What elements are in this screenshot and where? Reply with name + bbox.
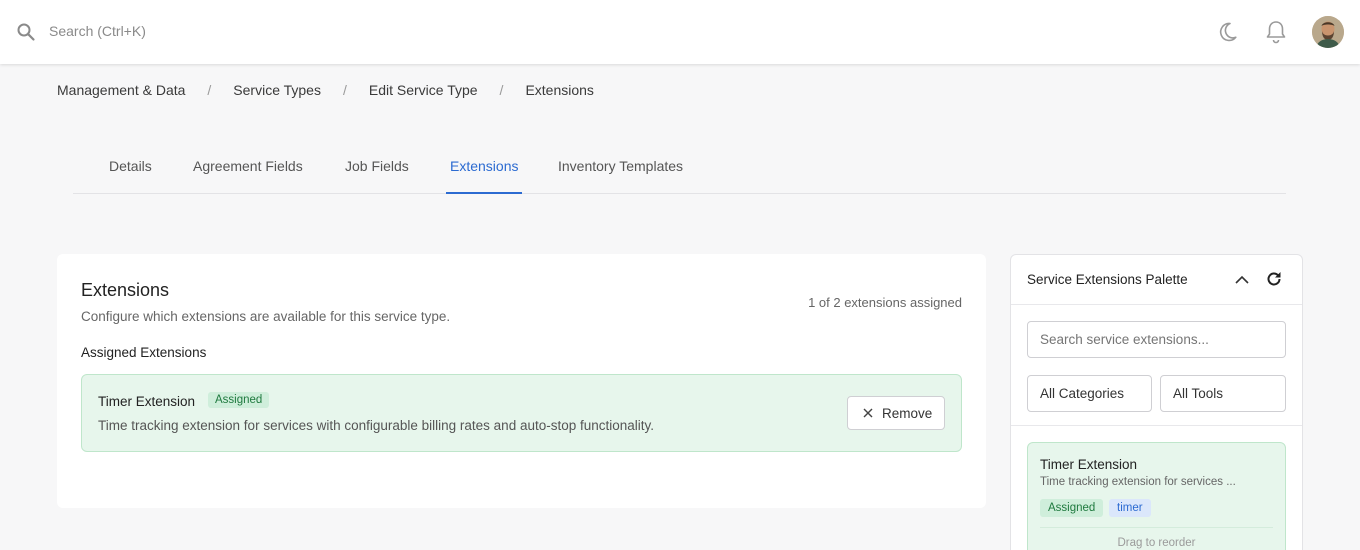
tool-filter-select[interactable]: All Tools xyxy=(1160,375,1286,412)
drag-hint: Drag to reorder xyxy=(1117,537,1196,549)
assigned-tag: Assigned xyxy=(1040,499,1104,517)
global-search-input[interactable]: Search (Ctrl+K) xyxy=(49,23,146,39)
palette-extension-name: Timer Extension xyxy=(1040,457,1138,472)
tab-bar: Details Agreement Fields Job Fields Exte… xyxy=(73,146,1286,194)
category-tag: timer xyxy=(1109,499,1151,517)
tab-inventory-templates[interactable]: Inventory Templates xyxy=(558,158,683,174)
breadcrumb-management-data[interactable]: Management & Data xyxy=(57,82,185,98)
breadcrumb-separator: / xyxy=(207,82,212,98)
breadcrumb-separator: / xyxy=(342,82,347,98)
extension-description: Time tracking extension for services wit… xyxy=(98,418,655,433)
service-extensions-palette: Service Extensions Palette All Categorie… xyxy=(1010,254,1303,550)
tab-extensions[interactable]: Extensions xyxy=(450,158,518,174)
assigned-count: 1 of 2 extensions assigned xyxy=(808,295,962,310)
top-bar: Search (Ctrl+K) xyxy=(0,0,1360,64)
palette-title: Service Extensions Palette xyxy=(1027,272,1188,287)
moon-icon[interactable] xyxy=(1215,20,1239,44)
category-filter-select[interactable]: All Categories xyxy=(1027,375,1152,412)
palette-extension-card[interactable]: Timer Extension Time tracking extension … xyxy=(1027,442,1286,550)
palette-extension-description: Time tracking extension for services ... xyxy=(1040,476,1236,488)
close-icon xyxy=(863,408,873,418)
assigned-extensions-heading: Assigned Extensions xyxy=(81,345,207,360)
status-badge: Assigned xyxy=(208,392,270,408)
breadcrumb-service-types[interactable]: Service Types xyxy=(233,82,321,98)
assigned-extension-row: Timer Extension Assigned Time tracking e… xyxy=(81,374,962,452)
card-subtitle: Configure which extensions are available… xyxy=(81,309,451,324)
tab-agreement-fields[interactable]: Agreement Fields xyxy=(193,158,303,174)
palette-header: Service Extensions Palette xyxy=(1011,255,1302,305)
card-divider xyxy=(1040,527,1273,528)
refresh-icon[interactable] xyxy=(1265,270,1283,288)
extensions-card: Extensions Configure which extensions ar… xyxy=(57,254,986,508)
breadcrumb-edit-service-type[interactable]: Edit Service Type xyxy=(369,82,478,98)
tab-job-fields[interactable]: Job Fields xyxy=(345,158,409,174)
user-avatar[interactable] xyxy=(1312,16,1344,48)
palette-divider xyxy=(1011,425,1302,426)
search-icon[interactable] xyxy=(16,22,36,42)
breadcrumb-separator: / xyxy=(499,82,504,98)
chevron-up-icon[interactable] xyxy=(1234,272,1250,288)
breadcrumb: Management & Data / Service Types / Edit Ser… xyxy=(57,82,594,98)
breadcrumb-current-extensions: Extensions xyxy=(525,82,594,98)
card-title: Extensions xyxy=(81,280,170,300)
palette-search-input[interactable] xyxy=(1027,321,1286,358)
bell-icon[interactable] xyxy=(1264,19,1288,45)
remove-button-label: Remove xyxy=(882,406,933,421)
extension-name: Timer Extension xyxy=(98,394,196,409)
avatar-image xyxy=(1312,16,1344,48)
tab-details[interactable]: Details xyxy=(109,158,152,174)
remove-extension-button[interactable]: Remove xyxy=(847,396,945,430)
active-tab-indicator xyxy=(446,192,522,194)
